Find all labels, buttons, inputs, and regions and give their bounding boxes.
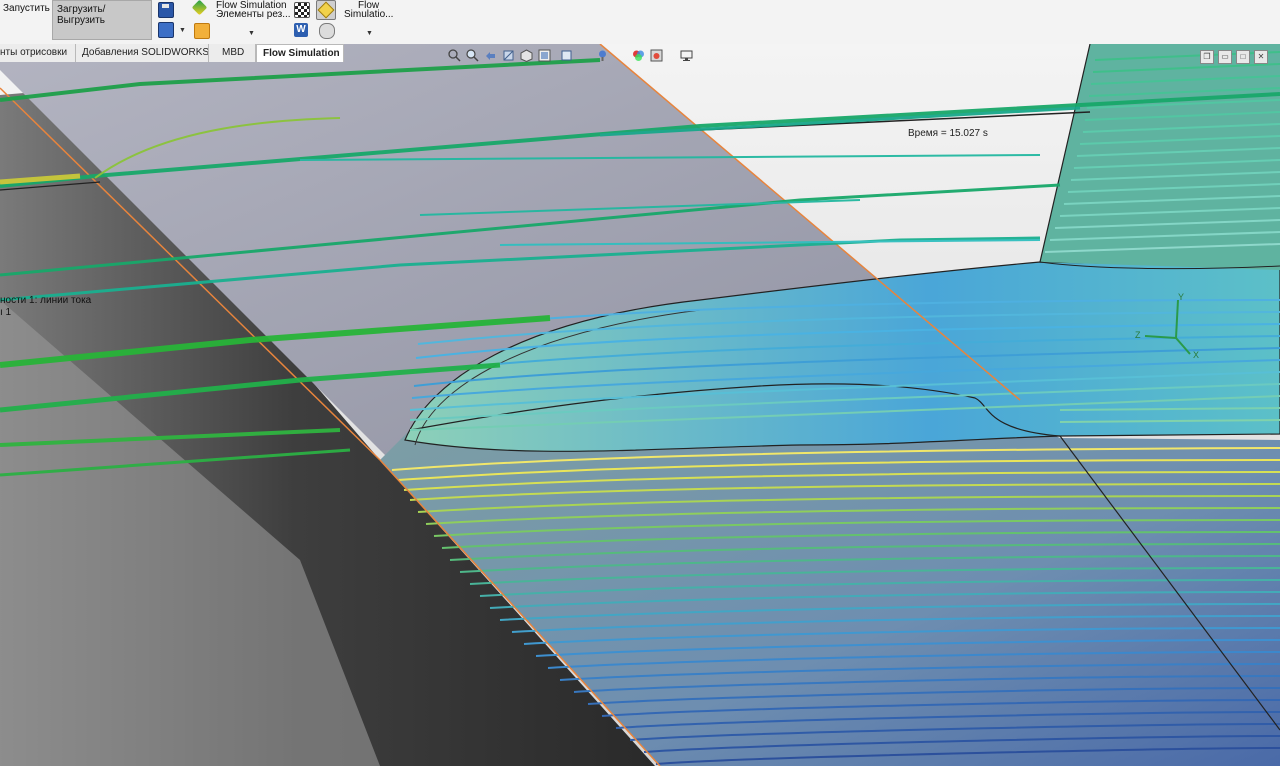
refresh-icon[interactable] — [158, 22, 174, 38]
restore-icon[interactable]: ❐ — [1200, 50, 1214, 64]
results-icon[interactable] — [194, 23, 210, 39]
triad-x-label: X — [1193, 350, 1199, 360]
zoom-area-icon[interactable] — [466, 49, 479, 62]
command-manager-tabs: нты отрисовки Добавления SOLIDWORKS MBD … — [0, 44, 344, 62]
view-settings-icon[interactable] — [680, 49, 693, 62]
tab-solidworks-addins[interactable]: Добавления SOLIDWORKS — [76, 44, 209, 62]
previous-view-icon[interactable] — [484, 49, 497, 62]
chevron-down-icon[interactable]: ▼ — [179, 27, 186, 34]
tile-icon[interactable]: ▭ — [1218, 50, 1232, 64]
run-button[interactable]: Запустить — [0, 0, 50, 40]
tab-mbd[interactable]: MBD — [209, 44, 256, 62]
flow-visualization: Y X Z — [0, 44, 1280, 766]
feature-tree-label-secondary[interactable]: ı 1 — [0, 307, 11, 318]
word-report-icon[interactable]: W — [294, 23, 308, 37]
tab-rendering[interactable]: нты отрисовки — [0, 44, 76, 62]
run-button-label: Запустить — [3, 3, 50, 14]
apply-scene-icon[interactable] — [650, 49, 663, 62]
command-manager-ribbon: Запустить Загрузить/Выгрузить ▼ Flow Sim… — [0, 0, 1280, 45]
chevron-down-icon: ▼ — [366, 30, 373, 37]
load-unload-label: Загрузить/Выгрузить — [57, 4, 106, 26]
edit-appearance-icon[interactable] — [632, 49, 645, 62]
tab-solidworks-addins-label: Добавления SOLIDWORKS — [82, 47, 209, 58]
flow-simulation-button[interactable]: Flow Simulatio... ▼ — [344, 0, 404, 40]
save-icon[interactable] — [158, 2, 174, 18]
time-readout: Время = 15.027 s — [908, 128, 988, 139]
flow-simulation-line2: Simulatio... — [344, 9, 394, 20]
view-orientation-icon[interactable] — [520, 49, 533, 62]
graphics-viewport[interactable]: Y X Z Время = 15.027 s ности 1: линии то… — [0, 44, 1280, 766]
viewport-window-controls: ❐ ▭ □ ✕ — [1200, 50, 1270, 64]
tab-flow-simulation-label: Flow Simulation — [263, 48, 340, 59]
triad-z-label: Z — [1135, 330, 1141, 340]
zoom-to-fit-icon[interactable] — [448, 49, 461, 62]
hide-show-items-icon[interactable] — [560, 49, 573, 62]
heads-up-view-toolbar — [448, 47, 748, 65]
load-unload-button[interactable]: Загрузить/Выгрузить — [52, 0, 152, 40]
tab-mbd-label: MBD — [222, 47, 245, 58]
tab-rendering-label: нты отрисовки — [0, 47, 68, 58]
flow-simulation-icon[interactable] — [191, 0, 208, 16]
maximize-icon[interactable]: □ — [1236, 50, 1250, 64]
flow-simulation-results-button[interactable]: Flow Simulation Элементы рез... ▼ — [216, 0, 296, 40]
chevron-down-icon: ▼ — [248, 30, 255, 37]
display-style-icon[interactable] — [538, 49, 551, 62]
triad-y-label: Y — [1178, 292, 1184, 302]
close-icon[interactable]: ✕ — [1254, 50, 1268, 64]
tab-flow-simulation[interactable]: Flow Simulation — [256, 44, 344, 62]
cube-icon[interactable] — [316, 0, 336, 20]
light-icon[interactable] — [596, 49, 609, 62]
section-view-icon[interactable] — [502, 49, 515, 62]
feature-tree-label-streamlines[interactable]: ности 1: линии тока — [0, 295, 91, 306]
checkered-flag-icon[interactable] — [294, 2, 310, 18]
flow-simulation-results-line2: Элементы рез... — [216, 9, 291, 20]
component-icon[interactable] — [319, 23, 335, 39]
